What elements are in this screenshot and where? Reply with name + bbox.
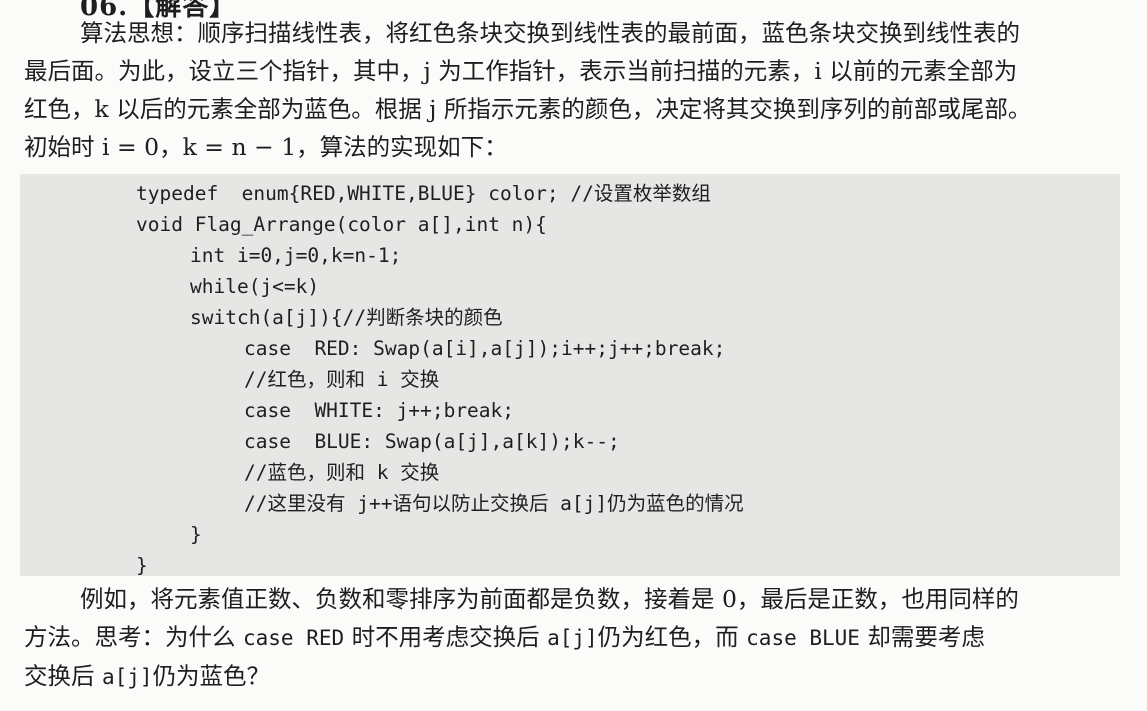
inline-code: a[j] bbox=[101, 665, 153, 689]
intro-line: 红色，k 以后的元素全部为蓝色。根据 j 所指示元素的颜色，决定将其交换到序列的… bbox=[24, 95, 1032, 123]
code-line: void Flag_Arrange(color a[],int n){ bbox=[136, 213, 547, 236]
intro-line: 最后面。为此，设立三个指针，其中，j 为工作指针，表示当前扫描的元素，i 以前的… bbox=[24, 57, 1018, 85]
outro-text: 交换后 bbox=[24, 662, 102, 690]
code-line: case BLUE: Swap(a[j],a[k]);k--; bbox=[244, 430, 620, 453]
outro-line: 交换后 a[j]仍为蓝色？ bbox=[24, 657, 1124, 696]
code-line: case RED: Swap(a[i],a[j]);i++;j++;break; bbox=[244, 337, 726, 360]
code-line: //蓝色，则和 k 交换 bbox=[244, 461, 440, 484]
code-line: //红色，则和 i 交换 bbox=[244, 368, 440, 391]
code-block: typedef enum{RED,WHITE,BLUE} color; //设置… bbox=[20, 174, 1120, 577]
outro-line: 例如，将元素值正数、负数和零排序为前面都是负数，接着是 0，最后是正数，也用同样… bbox=[80, 585, 1019, 613]
code-line: //这里没有 j++语句以防止交换后 a[j]仍为蓝色的情况 bbox=[244, 492, 744, 515]
inline-code: case RED bbox=[242, 626, 345, 650]
inline-code: a[j] bbox=[547, 626, 598, 650]
outro-text: 仍为蓝色？ bbox=[152, 662, 271, 690]
code-line: int i=0,j=0,k=n-1; bbox=[190, 244, 402, 267]
code-line: typedef enum{RED,WHITE,BLUE} color; //设置… bbox=[136, 182, 711, 205]
intro-line: 算法思想：顺序扫描线性表，将红色条块交换到线性表的最前面，蓝色条块交换到线性表的 bbox=[80, 19, 1020, 47]
outro-text: 却需要考虑 bbox=[859, 623, 985, 651]
outro-text: 仍为红色，而 bbox=[597, 623, 747, 651]
code-line: case WHITE: j++;break; bbox=[244, 399, 515, 422]
intro-paragraph: 算法思想：顺序扫描线性表，将红色条块交换到线性表的最前面，蓝色条块交换到线性表的… bbox=[24, 14, 1124, 166]
code-line: } bbox=[136, 554, 148, 577]
code-line: } bbox=[190, 523, 202, 546]
outro-text: 方法。思考：为什么 bbox=[24, 623, 243, 651]
outro-line: 方法。思考：为什么 case RED 时不用考虑交换后 a[j]仍为红色，而 c… bbox=[24, 618, 1124, 657]
code-line: while(j<=k) bbox=[190, 275, 320, 298]
intro-line: 初始时 i = 0，k = n − 1，算法的实现如下： bbox=[24, 133, 508, 161]
outro-text: 时不用考虑交换后 bbox=[344, 623, 548, 651]
outro-paragraph: 例如，将元素值正数、负数和零排序为前面都是负数，接着是 0，最后是正数，也用同样… bbox=[24, 580, 1124, 696]
code-line: switch(a[j]){//判断条块的颜色 bbox=[190, 306, 503, 329]
inline-code: case BLUE bbox=[746, 626, 860, 650]
